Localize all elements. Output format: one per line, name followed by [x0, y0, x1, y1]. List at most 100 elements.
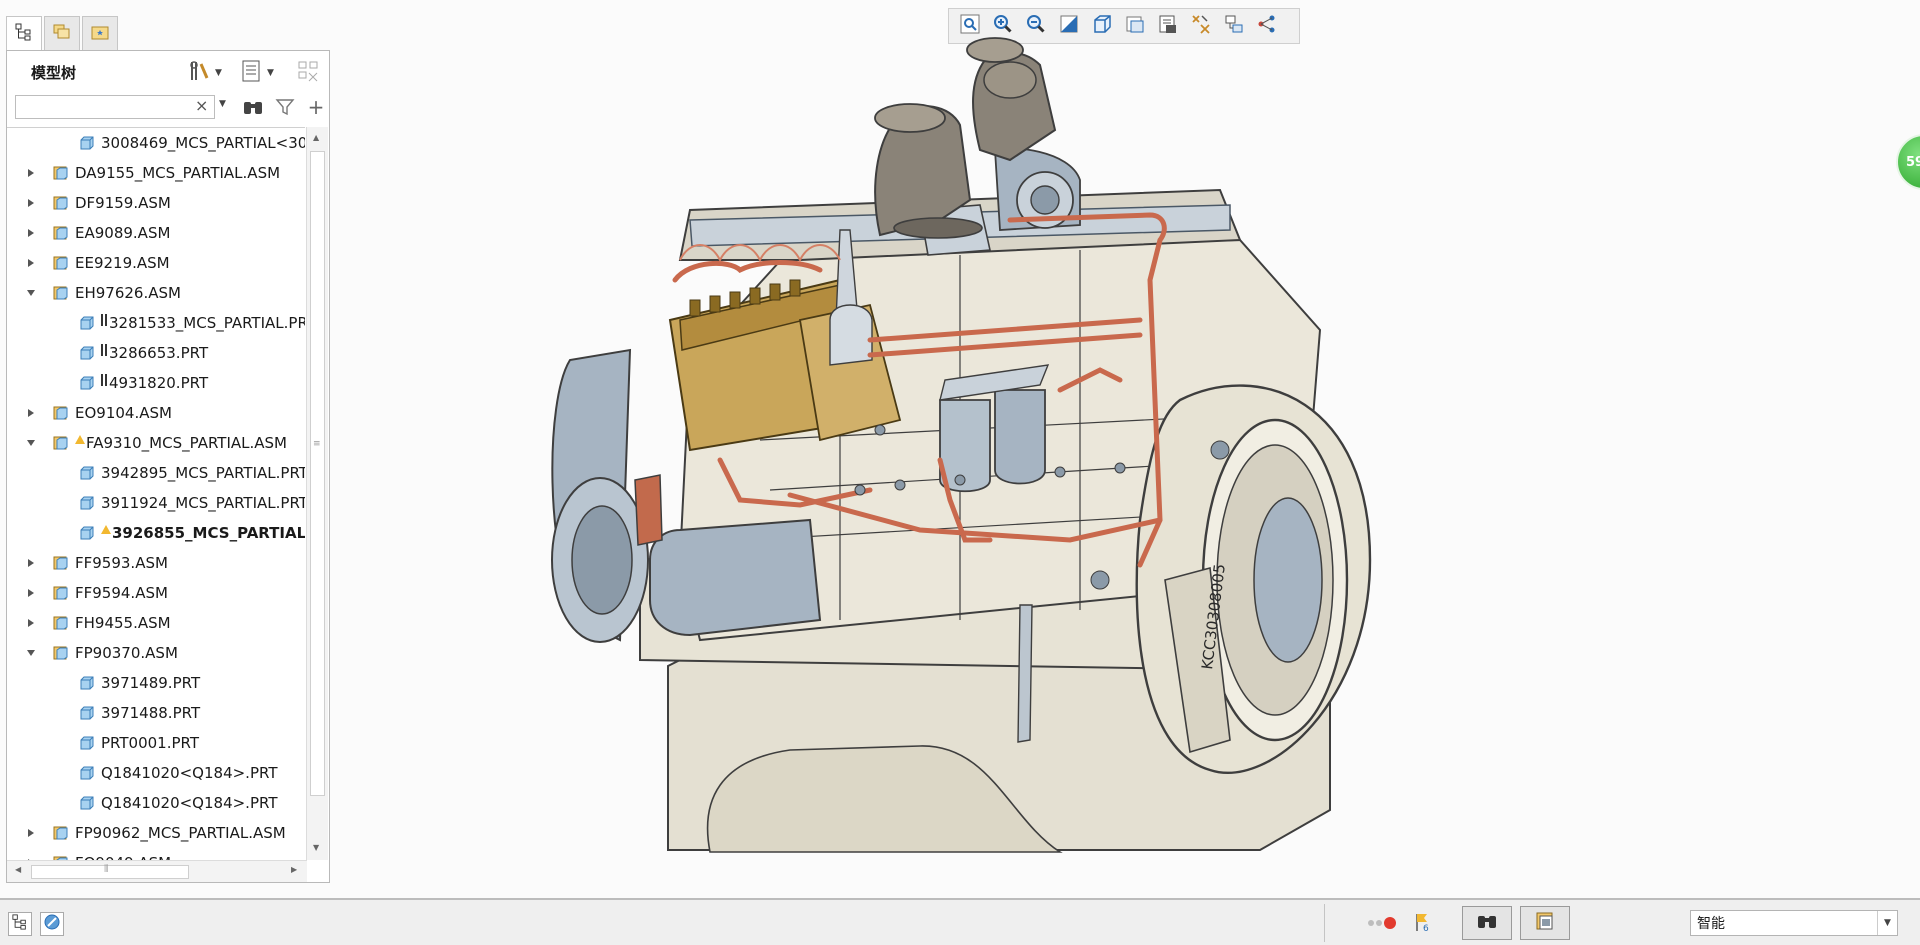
tree-row[interactable]: EO9104.ASM: [7, 398, 305, 428]
tree-row[interactable]: FP90962_MCS_PARTIAL.ASM: [7, 818, 305, 848]
find-button[interactable]: [1462, 906, 1512, 940]
toggle-browser-button[interactable]: [40, 912, 64, 936]
tree-row[interactable]: EE9219.ASM: [7, 248, 305, 278]
tree-row[interactable]: 3971489.PRT: [7, 668, 305, 698]
vertical-scrollbar[interactable]: ▲ ≡ ▼: [306, 127, 328, 860]
vertical-scroll-thumb[interactable]: ≡: [310, 151, 325, 796]
part-icon: [79, 375, 95, 391]
notification-badge[interactable]: 59: [1896, 134, 1920, 190]
expand-right-icon[interactable]: [25, 227, 37, 239]
tree-row[interactable]: FF9594.ASM: [7, 578, 305, 608]
tree-row[interactable]: FH9455.ASM: [7, 608, 305, 638]
expand-right-icon[interactable]: [25, 257, 37, 269]
expand-right-icon[interactable]: [25, 167, 37, 179]
tree-item-label: 3911924_MCS_PARTIAL.PRT: [101, 494, 305, 512]
expand-right-icon[interactable]: [25, 587, 37, 599]
regeneration-status[interactable]: [1366, 914, 1402, 934]
grip-icon: ⦀: [104, 864, 109, 875]
warning-icon: [75, 431, 85, 449]
scroll-left-icon[interactable]: ◀: [15, 865, 21, 874]
tree-row[interactable]: 3942895_MCS_PARTIAL.PRT: [7, 458, 305, 488]
add-icon[interactable]: +: [305, 95, 327, 119]
tree-row[interactable]: 3008469_MCS_PARTIAL<3008: [7, 128, 305, 158]
suppressed-icon: [101, 314, 107, 326]
close-icon[interactable]: ×: [195, 96, 208, 115]
part-icon: [79, 135, 95, 151]
tree-item-label: Q1841020<Q184>.PRT: [101, 794, 278, 812]
tree-row[interactable]: 4931820.PRT: [7, 368, 305, 398]
toggle-navigator-button[interactable]: [8, 912, 32, 936]
selection-button[interactable]: [1520, 906, 1570, 940]
tree-row[interactable]: PRT0001.PRT: [7, 728, 305, 758]
assembly-icon: [53, 405, 69, 421]
tree-item-label: EE9219.ASM: [75, 254, 170, 272]
tab-favorites[interactable]: [82, 16, 118, 50]
warning-icon: [101, 521, 111, 539]
tree-row[interactable]: EA9089.ASM: [7, 218, 305, 248]
selection-icon: [1533, 910, 1557, 936]
part-icon: [79, 345, 95, 361]
tree-row[interactable]: DA9155_MCS_PARTIAL.ASM: [7, 158, 305, 188]
selection-filter-select[interactable]: 智能 ▼: [1690, 910, 1898, 936]
suppressed-icon: [101, 344, 107, 356]
expand-right-icon[interactable]: [25, 407, 37, 419]
binoculars-icon: [1475, 911, 1499, 935]
tab-model-tree[interactable]: [6, 16, 42, 51]
tree-row[interactable]: FF9593.ASM: [7, 548, 305, 578]
tree-row[interactable]: Q1841020<Q184>.PRT: [7, 788, 305, 818]
scroll-up-icon[interactable]: ▲: [313, 133, 319, 142]
expand-right-icon[interactable]: [25, 617, 37, 629]
expand-right-icon[interactable]: [25, 197, 37, 209]
tree-row[interactable]: DF9159.ASM: [7, 188, 305, 218]
assembly-icon: [53, 255, 69, 271]
expand-down-icon[interactable]: [25, 287, 37, 299]
graphics-area[interactable]: KCC30308005: [540, 20, 1400, 860]
filter-icon[interactable]: [273, 95, 297, 119]
model-tree-header: 模型树 ▼ ▼: [7, 51, 329, 93]
tree-row[interactable]: FP90370.ASM: [7, 638, 305, 668]
divider: [1324, 904, 1325, 942]
tree-row[interactable]: 3286653.PRT: [7, 338, 305, 368]
show-dropdown-button[interactable]: ▼: [241, 60, 274, 85]
find-icon[interactable]: [241, 95, 265, 119]
part-icon: [79, 315, 95, 331]
scroll-down-icon[interactable]: ▼: [313, 843, 319, 852]
settings-dropdown-button[interactable]: ▼: [187, 61, 222, 85]
tree-item-label: DA9155_MCS_PARTIAL.ASM: [75, 164, 281, 182]
model-tree-icon: [12, 914, 28, 934]
tree-item-label: 3281533_MCS_PARTIAL.PRT: [109, 314, 305, 332]
tree-row[interactable]: 3911924_MCS_PARTIAL.PRT: [7, 488, 305, 518]
search-row: × ▼ +: [11, 93, 327, 125]
flag-count: 6: [1423, 924, 1429, 934]
tree-item-label: FF9594.ASM: [75, 584, 168, 602]
tree-row[interactable]: Q1841020<Q184>.PRT: [7, 758, 305, 788]
horizontal-scrollbar[interactable]: ◀ ⦀ ▶: [7, 860, 307, 882]
tree-row[interactable]: 3281533_MCS_PARTIAL.PRT: [7, 308, 305, 338]
navigator-tabs: [6, 16, 120, 51]
expand-down-icon[interactable]: [25, 437, 37, 449]
message-flag-button[interactable]: 6: [1412, 910, 1432, 938]
scroll-right-icon[interactable]: ▶: [291, 865, 297, 874]
expand-right-icon[interactable]: [25, 827, 37, 839]
tree-row[interactable]: FA9310_MCS_PARTIAL.ASM: [7, 428, 305, 458]
part-icon: [79, 525, 95, 541]
search-input[interactable]: [15, 95, 215, 119]
assembly-icon: [53, 195, 69, 211]
columns-button[interactable]: [297, 61, 321, 85]
tree-row[interactable]: 3971488.PRT: [7, 698, 305, 728]
grip-icon: ≡: [313, 439, 321, 449]
expand-right-icon[interactable]: [25, 557, 37, 569]
tree-row[interactable]: EH97626.ASM: [7, 278, 305, 308]
engine-model[interactable]: KCC30308005: [540, 20, 1400, 860]
app-window: 模型树 ▼ ▼ × ▼ + 3008469_MCS_PARTIAL<3008 D…: [0, 0, 1920, 945]
tree-row[interactable]: FO9049.ASM: [7, 848, 305, 860]
tab-folder-browser[interactable]: [44, 16, 80, 50]
chevron-down-icon: ▼: [267, 68, 274, 78]
expand-down-icon[interactable]: [25, 647, 37, 659]
chevron-down-icon[interactable]: ▼: [219, 99, 226, 109]
horizontal-scroll-thumb[interactable]: ⦀: [31, 864, 189, 879]
tree-item-label: FP90370.ASM: [75, 644, 178, 662]
tree-row[interactable]: 3926855_MCS_PARTIAL.PR: [7, 518, 305, 548]
regen-status-icon: [1366, 915, 1402, 934]
part-icon: [79, 705, 95, 721]
